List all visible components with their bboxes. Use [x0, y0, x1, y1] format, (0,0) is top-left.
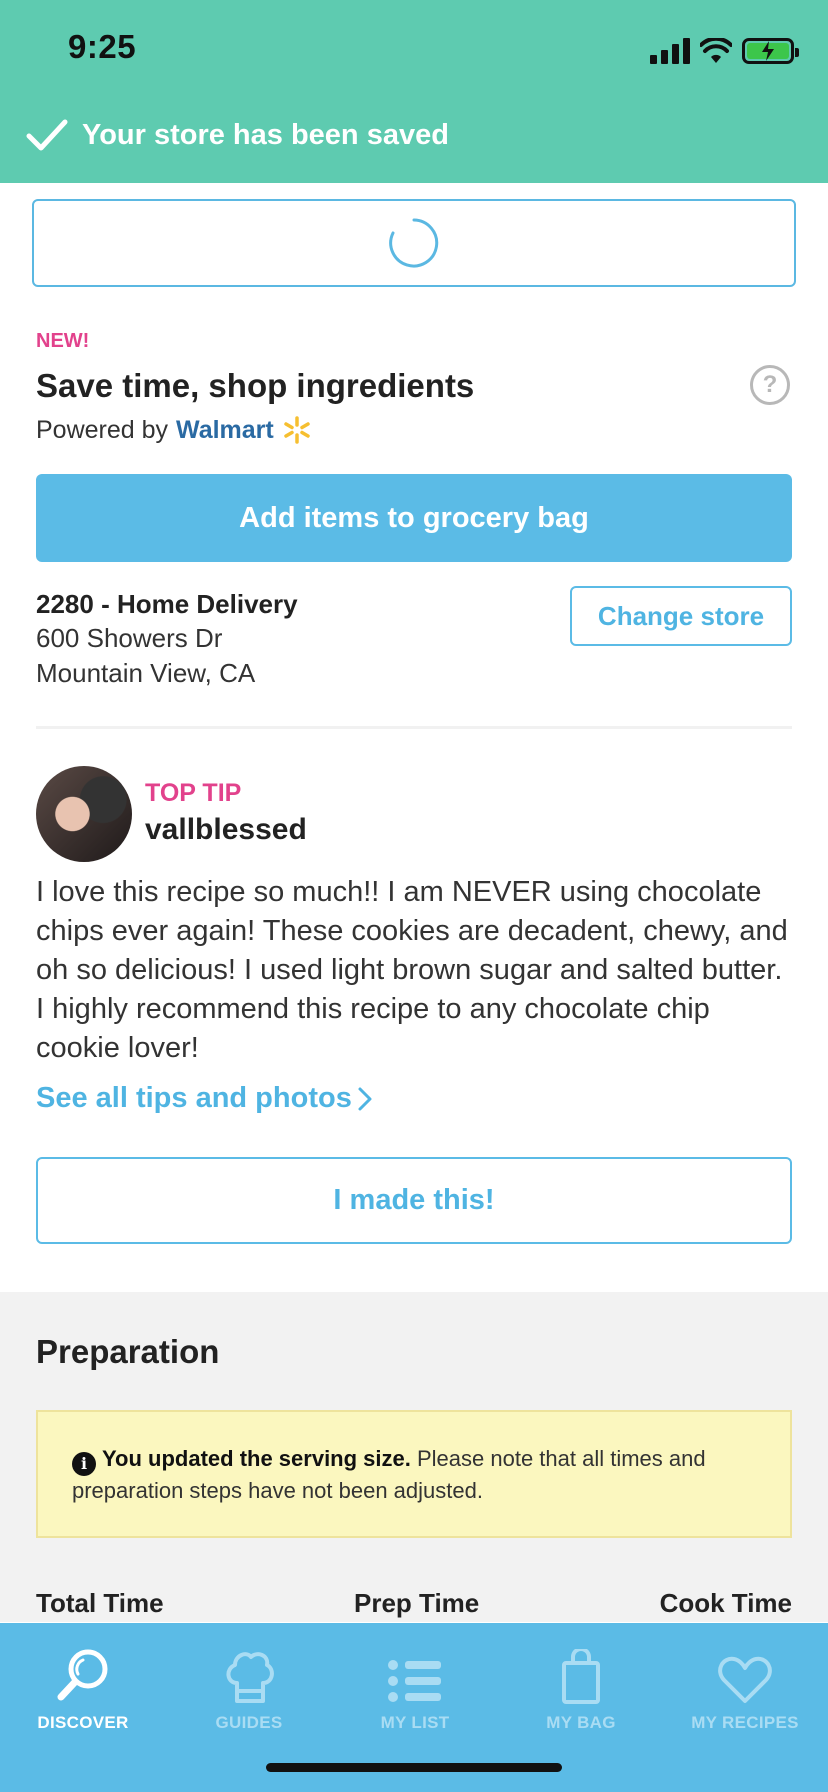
- store-address-line1: 600 Showers Dr: [36, 623, 223, 653]
- i-made-this-button[interactable]: I made this!: [36, 1157, 792, 1244]
- tab-my-list[interactable]: MY LIST: [332, 1623, 498, 1733]
- home-indicator[interactable]: [266, 1763, 562, 1772]
- walmart-spark-icon: [284, 416, 310, 444]
- tab-guides[interactable]: GUIDES: [166, 1623, 332, 1733]
- powered-by-row: Powered by Walmart: [36, 415, 312, 445]
- bag-icon: [562, 1649, 600, 1704]
- cook-time-label: Cook Time: [659, 1588, 792, 1618]
- help-icon[interactable]: ?: [750, 365, 790, 405]
- battery-icon: [742, 38, 799, 64]
- section-divider: [36, 726, 792, 729]
- tab-discover[interactable]: DISCOVER: [0, 1623, 166, 1733]
- saved-message-row: Your store has been saved: [26, 118, 449, 152]
- walmart-logo: Walmart: [176, 415, 274, 444]
- tab-my-list-label: MY LIST: [380, 1713, 450, 1732]
- store-address-line2: Mountain View, CA: [36, 658, 256, 688]
- tab-discover-label: DISCOVER: [37, 1713, 129, 1732]
- info-icon: i: [72, 1452, 96, 1476]
- loading-box: [32, 199, 796, 287]
- avatar[interactable]: [36, 766, 132, 862]
- tab-my-bag[interactable]: MY BAG: [498, 1623, 664, 1733]
- serving-size-notice: i You updated the serving size. Please no…: [36, 1410, 792, 1538]
- store-name: 2280 - Home Delivery: [36, 589, 298, 619]
- checkmark-icon: [26, 119, 68, 151]
- cellular-signal-icon: [650, 38, 690, 64]
- shop-title: Save time, shop ingredients: [36, 367, 475, 404]
- heart-icon: [718, 1656, 772, 1703]
- status-icons: [650, 34, 799, 64]
- preparation-title: Preparation: [36, 1333, 220, 1370]
- wifi-icon: [700, 38, 732, 63]
- tab-my-recipes[interactable]: MY RECIPES: [662, 1623, 828, 1733]
- status-time: 9:25: [68, 28, 137, 65]
- see-all-tips-label: See all tips and photos: [36, 1082, 352, 1114]
- new-label: NEW!: [36, 330, 90, 352]
- chef-hat-icon: [226, 1652, 274, 1703]
- add-to-grocery-bag-button[interactable]: Add items to grocery bag: [36, 474, 792, 562]
- tab-my-recipes-label: MY RECIPES: [691, 1713, 799, 1732]
- prep-time-label: Prep Time: [354, 1588, 480, 1618]
- top-tip-label: TOP TIP: [145, 779, 242, 807]
- tip-text: I love this recipe so much!! I am NEVER …: [36, 876, 788, 1064]
- powered-by-label: Powered by: [36, 415, 169, 444]
- tab-my-bag-label: MY BAG: [546, 1713, 616, 1732]
- see-all-tips-link[interactable]: See all tips and photos: [36, 1082, 374, 1115]
- search-icon: [57, 1649, 108, 1701]
- tip-username[interactable]: vallblessed: [145, 813, 307, 847]
- notice-bold: You updated the serving size.: [102, 1446, 411, 1471]
- total-time-label: Total Time: [36, 1588, 164, 1618]
- saved-banner: 9:25 Your store has been saved: [0, 0, 828, 183]
- tab-guides-label: GUIDES: [215, 1713, 283, 1732]
- loading-spinner-icon: [389, 218, 439, 268]
- saved-message: Your store has been saved: [82, 118, 449, 151]
- list-icon: [388, 1660, 441, 1702]
- chevron-right-icon: [358, 1087, 372, 1110]
- change-store-button[interactable]: Change store: [570, 586, 792, 646]
